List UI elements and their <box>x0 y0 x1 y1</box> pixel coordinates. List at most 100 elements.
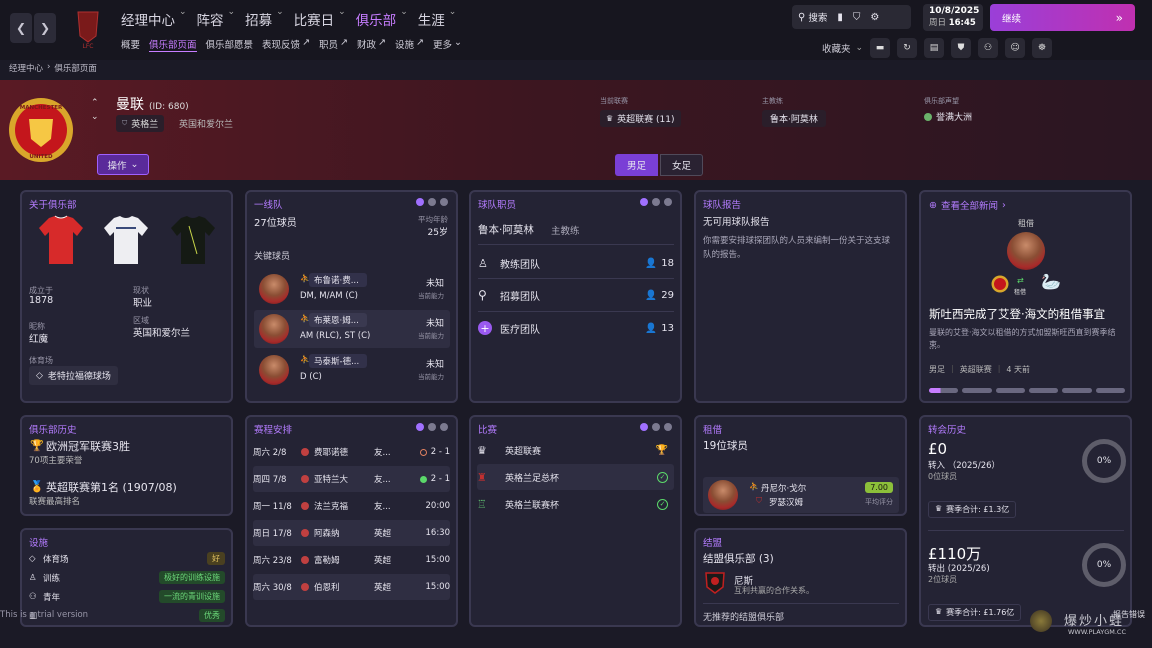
key-players-label: 关键球员 <box>254 252 291 262</box>
pager-dots[interactable] <box>640 423 672 431</box>
subnav-overview[interactable]: 概要 <box>121 37 140 52</box>
chat-icon[interactable]: ▬ <box>870 38 891 58</box>
coach-name[interactable]: 鲁本·阿莫林 <box>762 110 826 127</box>
news-pager[interactable] <box>929 388 1125 393</box>
men-tab[interactable]: 男足 <box>615 154 658 176</box>
date-text: 10/8/2025 <box>929 6 980 16</box>
fixture-opponent[interactable]: 亚特兰大 <box>314 473 374 485</box>
women-tab[interactable]: 女足 <box>660 154 703 176</box>
external-link-icon: ↗ <box>378 37 386 48</box>
player-row[interactable]: ⛹ 布鲁诺·费... DM, M/AM (C) 未知 当前能力 <box>254 270 450 308</box>
chevron-down-icon[interactable]: ⌄ <box>91 112 99 122</box>
transfer-in-count: 0位球员 <box>928 472 958 481</box>
report-error-link[interactable]: 报告错误 <box>1113 609 1145 620</box>
nav-matchday[interactable]: 比赛日 <box>294 9 335 29</box>
fixture-opponent[interactable]: 费耶诺德 <box>314 446 374 458</box>
nav-career[interactable]: 生涯 <box>418 9 445 29</box>
card-title: 设施 <box>29 538 49 549</box>
fixture-opponent[interactable]: 富勒姆 <box>314 554 374 566</box>
nav-club[interactable]: 俱乐部 <box>356 9 397 29</box>
bookmark-icon[interactable]: ▮ <box>837 12 843 23</box>
fixture-row[interactable]: 周六 2/8 费耶诺德 友... 2 - 1 <box>253 439 450 465</box>
breadcrumb-item[interactable]: 经理中心 <box>9 62 43 74</box>
transfer-out-label: 转出 (2025/26) <box>928 564 990 574</box>
subnav-staff[interactable]: 职员 <box>319 37 338 52</box>
continue-button[interactable]: 继续 » <box>990 4 1135 31</box>
nav-recruit[interactable]: 招募 <box>245 9 272 29</box>
refresh-icon[interactable]: ↻ <box>897 38 918 58</box>
report-description: 你需要安排球探团队的人员来编制一份关于这支球队的报告。 <box>703 236 891 260</box>
competition-row[interactable]: ♖ 英格兰联赛杯 ✓ <box>477 491 674 517</box>
player-name[interactable]: 马泰斯-德... <box>309 354 367 368</box>
subnav-club-page[interactable]: 俱乐部页面 <box>149 37 197 52</box>
all-news-link[interactable]: ⊕ 查看全部新闻 › <box>929 198 1006 213</box>
club-name: 曼联 <box>116 97 144 113</box>
facility-rating: 极好的训练设施 <box>159 571 225 584</box>
favorites-menu[interactable]: 收藏夹 <box>822 41 851 55</box>
brain-icon[interactable]: ☸ <box>1032 38 1053 58</box>
head-coach-name[interactable]: 鲁本·阿莫林 <box>478 222 534 237</box>
subnav-feedback[interactable]: 表现反馈 <box>262 37 300 52</box>
staff-group-scouting[interactable]: ⚲ 招募团队 👤 29 <box>478 282 674 308</box>
founded-value: 1878 <box>29 295 54 306</box>
shield-icon[interactable]: ⛉ <box>853 12 861 23</box>
clipboard-icon[interactable]: ▤ <box>924 38 945 58</box>
staff-group-coaching[interactable]: ♙ 教练团队 👤 18 <box>478 250 674 276</box>
pager-dots[interactable] <box>416 423 448 431</box>
player-row[interactable]: ⛹ 马泰斯-德... D (C) 未知 当前能力 <box>254 351 450 389</box>
loan-player-row[interactable]: ⛹ 丹尼尔·戈尔 ⛉ 罗瑟汉姆 7.00 平均评分 <box>703 477 899 513</box>
fixture-row[interactable]: 周日 17/8 阿森纳 英超 16:30 <box>253 520 450 546</box>
staff-group-count: 29 <box>661 289 674 301</box>
chevron-down-icon: ⌄ <box>400 7 408 17</box>
search-button[interactable]: 搜索 <box>808 10 827 24</box>
nation-badge[interactable]: ⛉ 英格兰 <box>116 115 165 132</box>
ability-label: 当前能力 <box>418 332 444 340</box>
competition-row[interactable]: ♜ 英格兰足总杯 ✓ <box>477 464 674 490</box>
pager-dots[interactable] <box>640 198 672 206</box>
subnav-vision[interactable]: 俱乐部愿景 <box>206 37 254 52</box>
fixture-opponent[interactable]: 阿森纳 <box>314 527 374 539</box>
staff-group-medical[interactable]: + 医疗团队 👤 13 <box>478 315 674 341</box>
gear-icon[interactable]: ⚙ <box>870 12 879 23</box>
fixture-row[interactable]: 周六 30/8 伯恩利 英超 15:00 <box>253 574 450 600</box>
transfers-card: 转会历史 £0 转入 （2025/26） 0位球员 0% ♛ 赛季合计: £1.3… <box>919 415 1132 627</box>
people-icon[interactable]: ⚇ <box>978 38 999 58</box>
check-icon: ✓ <box>657 471 668 483</box>
chevron-down-icon: ⌄ <box>130 159 139 170</box>
action-button[interactable]: 操作 ⌄ <box>97 154 149 175</box>
fixture-competition: 英超 <box>374 556 392 566</box>
forward-button[interactable]: ❯ <box>34 13 56 43</box>
news-meta-time: 4 天前 <box>1006 365 1031 374</box>
player-row[interactable]: ⛹ 布莱恩·姆... AM (RLC), ST (C) 未知 当前能力 <box>254 310 450 348</box>
subnav-facilities[interactable]: 设施 <box>395 37 414 52</box>
competition-row[interactable]: ♛ 英超联赛 🏆 <box>477 437 674 463</box>
date-display[interactable]: 10/8/2025 周日 16:45 <box>923 4 983 31</box>
fixture-row[interactable]: 周一 11/8 法兰克福 友... 20:00 <box>253 493 450 519</box>
news-card: ⊕ 查看全部新闻 › 租借 ⇄ 租借 🦢 斯吐西完成了艾登·海文的租借事宜 曼联的艾… <box>919 190 1132 403</box>
card-title: 结盟 <box>703 538 723 549</box>
chevron-up-icon[interactable]: ⌃ <box>91 98 99 108</box>
player-name[interactable]: 布莱恩·姆... <box>309 313 367 327</box>
back-button[interactable]: ❮ <box>10 13 32 43</box>
fixture-row[interactable]: 周六 23/8 富勒姆 英超 15:00 <box>253 547 450 573</box>
loan-count: 19位球员 <box>703 440 748 452</box>
nav-manager[interactable]: 经理中心 <box>121 9 175 29</box>
fixture-row[interactable]: 周四 7/8 亚特兰大 友... 2 - 1 <box>253 466 450 492</box>
status-value: 职业 <box>133 298 153 309</box>
subnav-finance[interactable]: 财政 <box>357 37 376 52</box>
league-badge[interactable]: ♛ 英超联赛 (11) <box>600 110 681 127</box>
shirt-icon[interactable]: ⛊ <box>951 38 972 58</box>
stadium-badge[interactable]: ◇ 老特拉福德球场 <box>29 366 118 385</box>
globe-icon: ⊕ <box>929 199 937 211</box>
nav-squad[interactable]: 阵容 <box>197 9 224 29</box>
pager-dots[interactable] <box>416 198 448 206</box>
news-headline[interactable]: 斯吐西完成了艾登·海文的租借事宜 <box>929 306 1127 322</box>
player-name[interactable]: 布鲁诺·费... <box>309 273 367 287</box>
fixture-opponent[interactable]: 伯恩利 <box>314 581 374 593</box>
subnav-more[interactable]: 更多 <box>433 37 452 52</box>
chevron-down-icon: ⌄ <box>227 7 236 17</box>
face-icon[interactable]: ☺ <box>1005 38 1026 58</box>
fixtures-card: 赛程安排 周六 2/8 费耶诺德 友... 2 - 1 周四 7/8 亚特兰大 友... 2 … <box>245 415 458 627</box>
fixture-opponent[interactable]: 法兰克福 <box>314 500 374 512</box>
third-kit-icon <box>171 216 215 264</box>
